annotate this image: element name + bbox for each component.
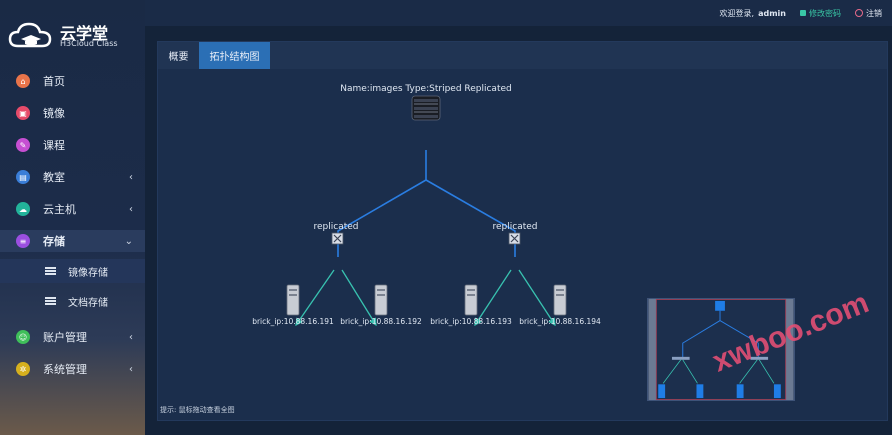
logout-label: 注销 [866,8,882,18]
tab-topology[interactable]: 拓扑结构图 [199,42,270,69]
cloud-logo-icon [8,22,52,48]
sidebar: 云学堂 H3Cloud Class ⌂ 首页 ▣ 镜像 ✎ 课程 ▤ 教室 ‹ … [0,0,145,435]
account-icon: ☺ [16,330,30,344]
top-bar: 欢迎登录, admin 修改密码 注销 [145,0,892,26]
sidebar-subitem-image-storage[interactable]: 镜像存储 [0,259,145,283]
sidebar-item-cloud-host[interactable]: ☁ 云主机 ‹ [0,198,145,220]
brick-4-label: brick_ip:10.88.16.194 [519,317,601,326]
sidebar-item-label: 镜像 [43,107,65,120]
cloud-host-icon: ☁ [16,202,30,216]
classroom-icon: ▤ [16,170,30,184]
group-2-label: replicated [493,222,538,232]
switch-icon[interactable] [508,232,521,245]
root-node-label: Name:images Type:Striped Replicated [340,84,511,94]
sidebar-subitem-label: 文档存储 [68,297,108,309]
sidebar-item-label: 存储 [43,235,65,248]
content-panel: 概要 拓扑结构图 Name:images Type:Striped Replic… [157,41,888,421]
change-password-label: 修改密码 [809,8,841,18]
switch-icon[interactable] [331,232,344,245]
welcome-text: 欢迎登录, [719,8,755,18]
brick-3-label: brick_ip:10.88.16.193 [430,317,512,326]
power-icon [855,9,863,17]
chevron-left-icon: ‹ [129,363,133,375]
server-icon[interactable] [374,284,388,316]
image-icon: ▣ [16,106,30,120]
sidebar-item-label: 系统管理 [43,363,87,376]
brick-1-label: brick_ip:10.88.16.191 [252,317,334,326]
settings-icon: ✲ [16,362,30,376]
server-icon[interactable] [464,284,478,316]
group-1-label: replicated [314,222,359,232]
sidebar-item-label: 教室 [43,171,65,184]
chevron-down-icon: ⌄ [124,235,133,247]
tab-bar: 概要 拓扑结构图 [158,42,887,69]
sidebar-item-classroom[interactable]: ▤ 教室 ‹ [0,166,145,188]
sidebar-item-label: 账户管理 [43,331,87,344]
logout-link[interactable]: 注销 [855,8,882,19]
sidebar-item-label: 首页 [43,75,65,88]
sidebar-item-account-management[interactable]: ☺ 账户管理 ‹ [0,326,145,348]
server-icon[interactable] [286,284,300,316]
sidebar-item-storage[interactable]: ≡ 存储 ⌄ [0,230,145,252]
sidebar-item-images[interactable]: ▣ 镜像 [0,102,145,124]
sidebar-subitem-label: 镜像存储 [68,267,108,279]
sidebar-item-label: 云主机 [43,203,76,216]
chevron-left-icon: ‹ [129,203,133,215]
course-icon: ✎ [16,138,30,152]
change-password-link[interactable]: 修改密码 [800,8,841,19]
chevron-left-icon: ‹ [129,171,133,183]
list-icon [45,297,56,305]
list-icon [45,267,56,275]
tab-overview[interactable]: 概要 [158,42,199,69]
hint-text: 提示: 鼠标拖动查看全图 [160,406,235,414]
sidebar-item-system-management[interactable]: ✲ 系统管理 ‹ [0,358,145,380]
edge-root-group-2 [425,179,516,257]
sidebar-item-courses[interactable]: ✎ 课程 [0,134,145,156]
brand-logo[interactable]: 云学堂 H3Cloud Class [8,18,143,54]
edge-root-group-1 [337,150,427,257]
chevron-left-icon: ‹ [129,331,133,343]
home-icon: ⌂ [16,74,30,88]
lock-icon [800,10,806,16]
sidebar-item-label: 课程 [43,139,65,152]
server-icon[interactable] [553,284,567,316]
database-icon[interactable] [411,95,441,121]
sidebar-item-home[interactable]: ⌂ 首页 [0,70,145,92]
brick-2-label: brick_ip:10.88.16.192 [340,317,422,326]
storage-icon: ≡ [16,234,30,248]
brand-subtitle: H3Cloud Class [60,39,118,48]
username: admin [758,8,786,18]
sidebar-subitem-document-storage[interactable]: 文档存储 [0,289,145,313]
